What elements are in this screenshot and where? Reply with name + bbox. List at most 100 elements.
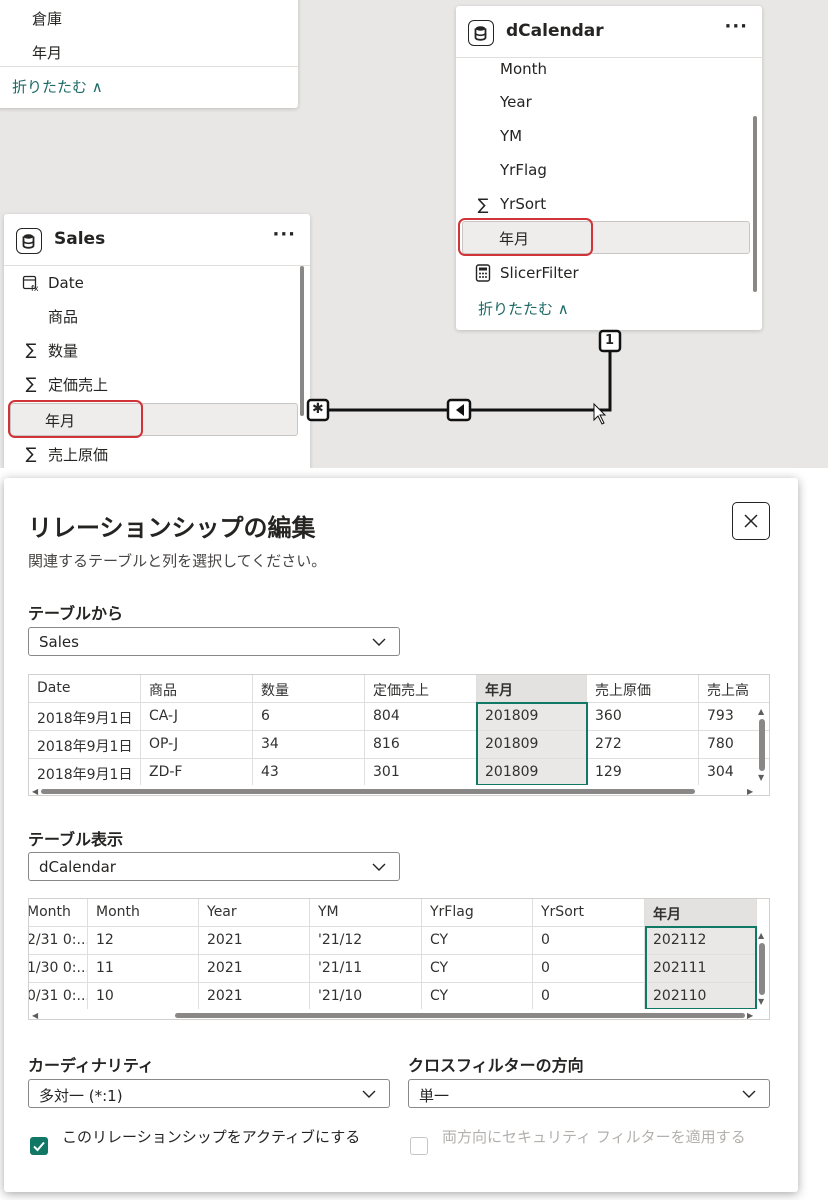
grid-cell: 804 <box>365 703 477 731</box>
column-header-selected[interactable]: 年月 <box>645 899 757 927</box>
select-value: 多対一 (*:1) <box>39 1087 123 1105</box>
table-row: 2018年9月1日 CA-J 6 804 201809 360 793 <box>29 703 769 731</box>
one-cardinality-marker: 1 <box>605 333 615 348</box>
scroll-up-icon[interactable]: ▲ <box>758 931 764 940</box>
active-relationship-label[interactable]: このリレーションシップをアクティブにする <box>62 1126 380 1149</box>
grid-cell: 2/31 0:... <box>29 927 88 955</box>
column-header[interactable]: Month <box>29 899 88 927</box>
grid-header-row: Month Month Year YM YrFlag YrSort 年月 <box>29 899 769 927</box>
cardinality-label: カーディナリティ <box>28 1056 154 1075</box>
grid-cell: 360 <box>587 703 699 731</box>
model-canvas[interactable]: 倉庫 年月 折りたたむ ∧ dCalendar ··· Month Year Y… <box>0 0 828 468</box>
grid-cell: 2018年9月1日 <box>29 759 141 787</box>
column-header[interactable]: 定価売上 <box>365 675 477 703</box>
grid-cell: '21/12 <box>310 927 422 955</box>
scroll-left-icon[interactable]: ◀ <box>32 787 38 795</box>
column-header[interactable]: YrSort <box>533 899 645 927</box>
chevron-down-icon <box>372 638 386 646</box>
scroll-up-icon[interactable]: ▲ <box>758 707 764 716</box>
from-table-label: テーブルから <box>28 604 124 623</box>
column-header[interactable]: Date <box>29 675 141 703</box>
close-icon <box>744 514 758 528</box>
grid-cell: 129 <box>587 759 699 787</box>
grid-cell: 11 <box>88 955 199 983</box>
active-relationship-checkbox[interactable] <box>30 1137 48 1155</box>
security-filter-checkbox[interactable] <box>410 1137 428 1155</box>
grid-header-row: Date 商品 数量 定価売上 年月 売上原価 売上高 <box>29 675 769 703</box>
scroll-left-icon[interactable]: ◀ <box>32 1011 38 1019</box>
grid-cell: 2021 <box>199 955 310 983</box>
grid-cell: 301 <box>365 759 477 787</box>
scroll-right-icon[interactable]: ▶ <box>747 787 753 795</box>
scroll-thumb[interactable] <box>175 1013 745 1018</box>
to-table-select[interactable]: dCalendar <box>28 852 400 881</box>
grid-cell: 2018年9月1日 <box>29 703 141 731</box>
dialog-title: リレーションシップの編集 <box>28 514 316 542</box>
grid-cell: 201809 <box>477 703 587 731</box>
scroll-down-icon[interactable]: ▼ <box>758 773 764 782</box>
grid-cell: CA-J <box>141 703 253 731</box>
relationship-line[interactable] <box>0 0 828 468</box>
grid-cell: 201809 <box>477 759 587 787</box>
table-row: 2018年9月1日 ZD-F 43 301 201809 129 304 <box>29 759 769 787</box>
table-row: 0/31 0:... 10 2021 '21/10 CY 0 202110 <box>29 983 769 1011</box>
grid-cell: 0 <box>533 927 645 955</box>
column-header[interactable]: Month <box>88 899 199 927</box>
horizontal-scrollbar[interactable]: ◀ ▶ <box>29 1009 769 1019</box>
column-header-selected[interactable]: 年月 <box>477 675 587 703</box>
column-header[interactable]: YrFlag <box>422 899 533 927</box>
cardinality-select[interactable]: 多対一 (*:1) <box>28 1079 390 1108</box>
from-table-select[interactable]: Sales <box>28 627 400 656</box>
chevron-down-icon <box>362 1090 376 1098</box>
grid-cell: '21/10 <box>310 983 422 1011</box>
grid-cell: CY <box>422 955 533 983</box>
chevron-down-icon <box>372 863 386 871</box>
many-cardinality-marker: ✱ <box>312 401 324 417</box>
grid-cell: 0/31 0:... <box>29 983 88 1011</box>
grid-cell: 202111 <box>645 955 757 983</box>
checkmark-icon <box>33 1141 45 1152</box>
grid-cell: 202112 <box>645 927 757 955</box>
grid-cell: 43 <box>253 759 365 787</box>
column-header[interactable]: 数量 <box>253 675 365 703</box>
grid-cell: CY <box>422 983 533 1011</box>
column-header[interactable]: 売上高 <box>699 675 769 703</box>
scroll-right-icon[interactable]: ▶ <box>747 1011 753 1019</box>
grid-cell: 2018年9月1日 <box>29 731 141 759</box>
grid-cell: 2021 <box>199 983 310 1011</box>
to-table-preview[interactable]: Month Month Year YM YrFlag YrSort 年月 2/3… <box>28 898 770 1020</box>
column-header[interactable]: Year <box>199 899 310 927</box>
from-table-preview[interactable]: Date 商品 数量 定価売上 年月 売上原価 売上高 2018年9月1日 CA… <box>28 674 770 796</box>
scroll-thumb[interactable] <box>41 789 695 794</box>
grid-cell: 202110 <box>645 983 757 1011</box>
grid-cell: '21/11 <box>310 955 422 983</box>
grid-cell: 1/30 0:... <box>29 955 88 983</box>
column-header[interactable]: 商品 <box>141 675 253 703</box>
edit-relationship-dialog: リレーションシップの編集 関連するテーブルと列を選択してください。 テーブルから… <box>4 478 798 1192</box>
chevron-down-icon <box>742 1090 756 1098</box>
column-header[interactable]: YM <box>310 899 422 927</box>
grid-cell: 816 <box>365 731 477 759</box>
grid-cell: 2021 <box>199 927 310 955</box>
table-row: 1/30 0:... 11 2021 '21/11 CY 0 202111 <box>29 955 769 983</box>
column-header[interactable]: 売上原価 <box>587 675 699 703</box>
table-row: 2/31 0:... 12 2021 '21/12 CY 0 202112 <box>29 927 769 955</box>
grid-cell: ZD-F <box>141 759 253 787</box>
grid-cell: OP-J <box>141 731 253 759</box>
grid-cell: 10 <box>88 983 199 1011</box>
vertical-scrollbar[interactable]: ▲ ▼ <box>757 931 767 1009</box>
grid-cell: 0 <box>533 955 645 983</box>
vertical-scrollbar[interactable]: ▲ ▼ <box>757 707 767 785</box>
security-filter-label[interactable]: 両方向にセキュリティ フィルターを適用する <box>442 1126 772 1149</box>
grid-cell: 6 <box>253 703 365 731</box>
horizontal-scrollbar[interactable]: ◀ ▶ <box>29 785 769 795</box>
grid-cell: 272 <box>587 731 699 759</box>
table-row: 2018年9月1日 OP-J 34 816 201809 272 780 <box>29 731 769 759</box>
grid-cell: 12 <box>88 927 199 955</box>
crossfilter-select[interactable]: 単一 <box>408 1079 770 1108</box>
grid-cell: 34 <box>253 731 365 759</box>
grid-cell: 201809 <box>477 731 587 759</box>
close-button[interactable] <box>732 502 770 540</box>
select-value: Sales <box>39 633 79 651</box>
scroll-down-icon[interactable]: ▼ <box>758 997 764 1006</box>
